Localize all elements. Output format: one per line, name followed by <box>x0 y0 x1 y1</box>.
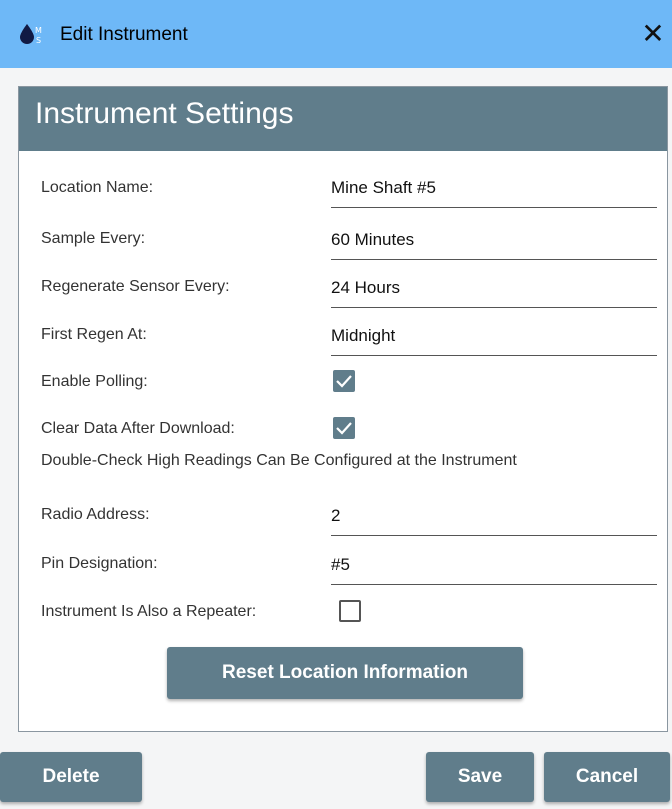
sample-every-value: 60 Minutes <box>331 230 415 249</box>
radio-address-value: 2 <box>331 506 341 525</box>
double-check-note: Double-Check High Readings Can Be Config… <box>41 452 517 469</box>
clear-data-checkbox[interactable] <box>333 417 355 439</box>
close-icon[interactable]: ✕ <box>636 16 670 52</box>
panel-title: Instrument Settings <box>35 97 294 130</box>
panel-header: Instrument Settings <box>19 87 667 151</box>
checkmark-icon <box>336 422 352 435</box>
title-bar: M S Edit Instrument ✕ <box>0 0 672 68</box>
instrument-settings-panel: Instrument Settings Location Name: Mine … <box>18 86 668 732</box>
reset-location-button[interactable]: Reset Location Information <box>167 647 523 699</box>
svg-text:S: S <box>36 36 41 45</box>
enable-polling-checkbox[interactable] <box>333 370 355 392</box>
svg-text:M: M <box>35 26 42 35</box>
regenerate-sensor-label: Regenerate Sensor Every: <box>41 278 230 295</box>
pin-designation-field[interactable]: #5 <box>331 546 657 585</box>
regenerate-sensor-value: 24 Hours <box>331 278 400 297</box>
first-regen-label: First Regen At: <box>41 326 147 343</box>
water-drop-app-icon: M S <box>20 24 42 45</box>
first-regen-value: Midnight <box>331 326 396 345</box>
clear-data-label: Clear Data After Download: <box>41 420 235 437</box>
sample-every-label: Sample Every: <box>41 230 146 247</box>
radio-address-label: Radio Address: <box>41 506 150 523</box>
pin-designation-label: Pin Designation: <box>41 555 158 572</box>
checkmark-icon <box>336 375 352 388</box>
pin-designation-value: #5 <box>331 555 350 574</box>
location-name-value: Mine Shaft #5 <box>331 178 436 197</box>
cancel-button[interactable]: Cancel <box>544 752 670 802</box>
delete-button[interactable]: Delete <box>0 752 142 802</box>
sample-every-select[interactable]: 60 Minutes <box>331 221 657 260</box>
window-title: Edit Instrument <box>60 24 188 45</box>
enable-polling-label: Enable Polling: <box>41 373 148 390</box>
repeater-label: Instrument Is Also a Repeater: <box>41 603 257 620</box>
save-button[interactable]: Save <box>426 752 534 802</box>
regenerate-sensor-select[interactable]: 24 Hours <box>331 269 657 308</box>
first-regen-select[interactable]: Midnight <box>331 317 657 356</box>
location-name-label: Location Name: <box>41 179 154 196</box>
radio-address-field[interactable]: 2 <box>331 497 657 536</box>
location-name-field[interactable]: Mine Shaft #5 <box>331 169 657 208</box>
repeater-checkbox[interactable] <box>339 600 361 622</box>
